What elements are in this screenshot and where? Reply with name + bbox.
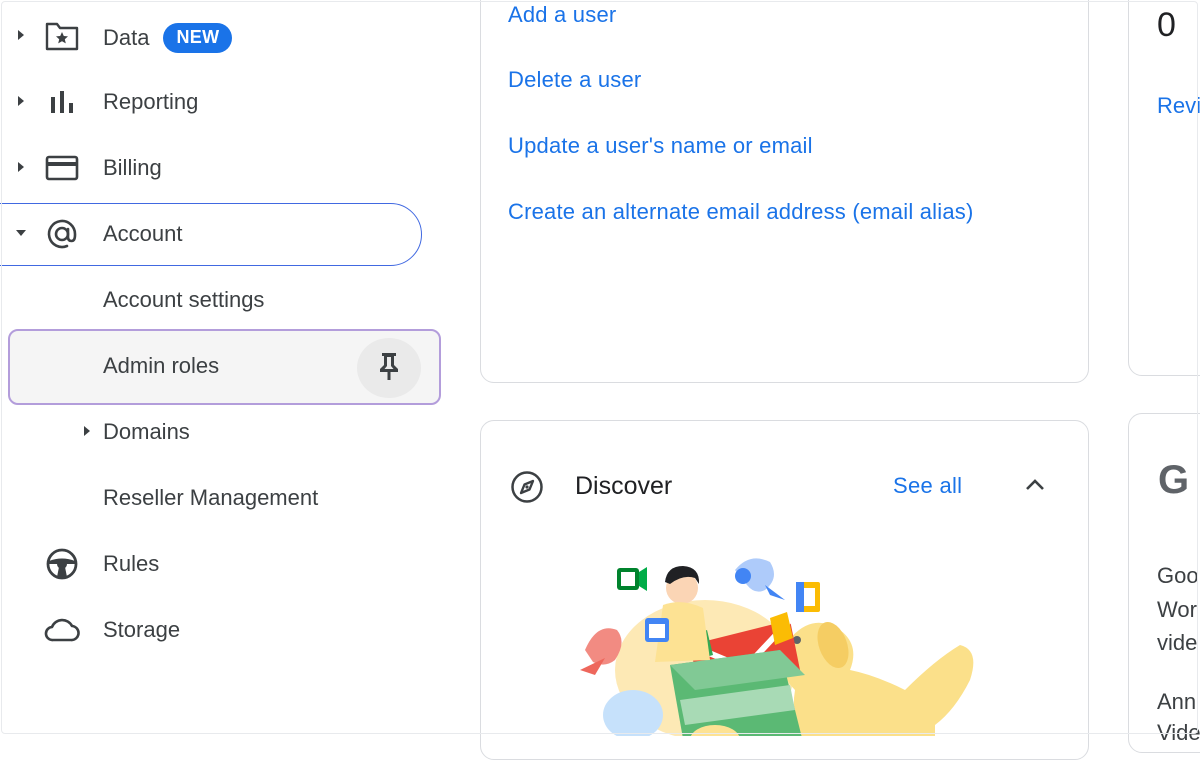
add-user-link[interactable]: Add a user	[508, 2, 616, 28]
caret-right-icon[interactable]	[14, 94, 28, 108]
sidebar-item-label: Domains	[103, 419, 190, 444]
discover-illustration	[575, 550, 995, 736]
sidebar-item-label: Reporting	[103, 89, 199, 114]
caret-down-icon[interactable]	[14, 226, 28, 240]
caret-right-icon[interactable]	[14, 160, 28, 174]
steering-wheel-icon	[44, 546, 80, 582]
pin-icon	[377, 351, 401, 386]
info-text-line: Wor	[1157, 597, 1197, 622]
sidebar-item-label: Data NEW	[103, 23, 233, 53]
caret-right-icon[interactable]	[80, 424, 94, 438]
summary-count: 0	[1157, 6, 1176, 44]
sidebar-item-account[interactable]: Account	[0, 200, 440, 266]
summary-card	[1128, 0, 1200, 376]
sidebar-item-label: Account settings	[103, 287, 265, 312]
sidebar-item-account-settings[interactable]: Account settings	[0, 266, 440, 332]
sidebar-item-label: Reseller Management	[103, 485, 319, 510]
sidebar-item-domains[interactable]: Domains	[0, 398, 440, 464]
compass-icon	[510, 470, 544, 509]
info-text-line: Vide	[1157, 720, 1200, 745]
review-link[interactable]: Revi	[1157, 93, 1200, 119]
info-text-line: Goo	[1157, 563, 1199, 588]
bar-chart-icon	[44, 84, 80, 120]
sidebar-item-reporting[interactable]: Reporting	[0, 68, 440, 134]
info-text-line: Ann	[1157, 689, 1197, 714]
pin-button[interactable]	[357, 338, 421, 398]
see-all-link[interactable]: See all	[893, 473, 962, 499]
sidebar-item-rules[interactable]: Rules	[0, 530, 440, 596]
sidebar-item-storage[interactable]: Storage	[0, 596, 440, 662]
sidebar-item-label: Admin roles	[103, 353, 220, 378]
cloud-icon	[44, 612, 80, 648]
sidebar-item-label: Billing	[103, 155, 162, 180]
new-badge: NEW	[163, 23, 233, 53]
credit-card-icon	[44, 150, 80, 186]
chevron-up-icon[interactable]	[1022, 472, 1048, 503]
sidebar-item-reseller-management[interactable]: Reseller Management	[0, 464, 440, 530]
update-user-link[interactable]: Update a user's name or email	[508, 133, 813, 159]
info-text-line: vide	[1157, 630, 1198, 655]
sidebar-item-label: Account	[103, 221, 183, 246]
sidebar-item-data[interactable]: Data NEW	[0, 2, 440, 68]
users-card	[480, 0, 1089, 383]
discover-title: Discover	[575, 472, 673, 500]
folder-star-icon	[44, 18, 80, 54]
sidebar-item-billing[interactable]: Billing	[0, 134, 440, 200]
caret-right-icon[interactable]	[14, 28, 28, 42]
delete-user-link[interactable]: Delete a user	[508, 67, 641, 93]
at-sign-icon	[44, 216, 80, 252]
google-logo: G	[1158, 458, 1190, 502]
sidebar-item-label: Rules	[103, 551, 160, 576]
create-email-alias-link[interactable]: Create an alternate email address (email…	[508, 199, 974, 225]
sidebar-item-label: Storage	[103, 617, 181, 642]
